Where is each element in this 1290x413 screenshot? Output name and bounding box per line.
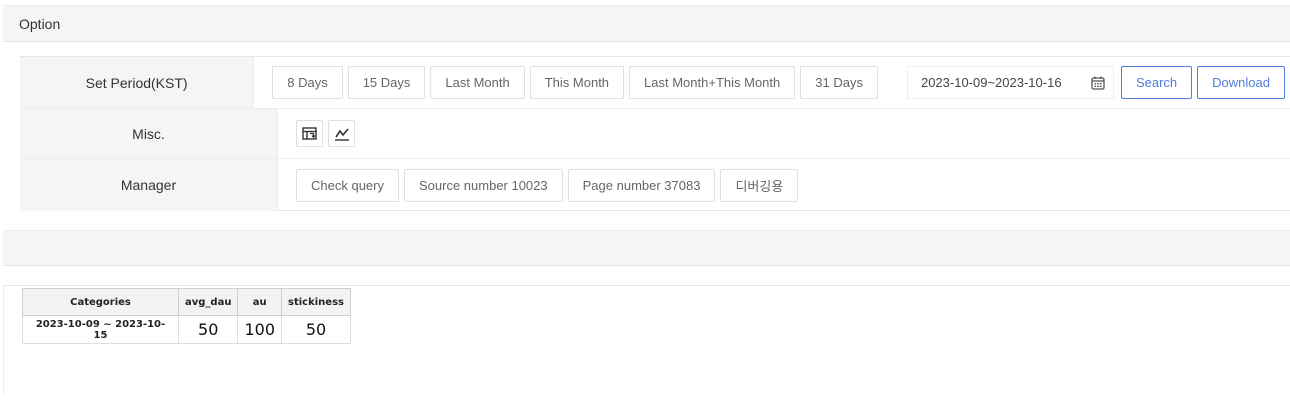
source-number-button[interactable]: Source number 10023	[403, 168, 563, 202]
check-query-button[interactable]: Check query	[296, 168, 399, 202]
date-range-field[interactable]: 2023-10-09~2023-10-16	[906, 66, 1114, 99]
date-range-value: 2023-10-09~2023-10-16	[920, 75, 1062, 90]
period-row: Set Period(KST) 8 Days 15 Days Last Mont…	[20, 57, 1290, 109]
column-header: au	[237, 288, 282, 316]
table-header-row: Categories avg_dau au stickiness	[22, 288, 351, 316]
misc-label: Misc.	[20, 109, 278, 158]
misc-controls	[278, 109, 1290, 158]
table-cell: 50	[281, 315, 351, 344]
page-number-button[interactable]: Page number 37083	[567, 168, 716, 202]
period-31-days-button[interactable]: 31 Days	[800, 66, 878, 99]
results-header-band	[3, 230, 1290, 266]
column-header: Categories	[22, 288, 179, 316]
manager-label: Manager	[20, 159, 278, 211]
download-button[interactable]: Download	[1197, 66, 1285, 99]
period-label: Set Period(KST)	[20, 57, 255, 108]
table-cell: 100	[237, 315, 282, 344]
search-button[interactable]: Search	[1120, 66, 1193, 99]
column-header: stickiness	[281, 288, 351, 316]
period-8-days-button[interactable]: 8 Days	[272, 66, 343, 99]
table-cell: 50	[177, 315, 239, 344]
debug-button[interactable]: 디버깅용	[720, 168, 799, 202]
table-cell: 2023-10-09 ~ 2023-10-15	[22, 315, 179, 344]
manager-controls: Check query Source number 10023 Page num…	[278, 159, 1290, 211]
manager-row: Manager Check query Source number 10023 …	[20, 159, 1290, 211]
period-controls: 8 Days 15 Days Last Month This Month Las…	[254, 57, 1290, 108]
calendar-icon[interactable]	[1091, 76, 1105, 90]
chart-line-icon[interactable]	[328, 120, 355, 147]
swap-table-icon[interactable]	[296, 120, 323, 147]
option-header: Option	[3, 5, 1290, 42]
results-table: Categories avg_dau au stickiness 2023-10…	[22, 288, 351, 344]
period-last-month-button[interactable]: Last Month	[430, 66, 525, 99]
column-header: avg_dau	[177, 288, 239, 316]
option-title: Option	[19, 15, 61, 32]
table-row: 2023-10-09 ~ 2023-10-15 50 100 50	[22, 315, 351, 344]
options-panel: Set Period(KST) 8 Days 15 Days Last Mont…	[20, 56, 1290, 211]
period-this-month-button[interactable]: This Month	[529, 66, 625, 99]
period-last-plus-this-month-button[interactable]: Last Month+This Month	[629, 66, 796, 99]
period-15-days-button[interactable]: 15 Days	[347, 66, 426, 99]
misc-row: Misc.	[20, 109, 1290, 159]
